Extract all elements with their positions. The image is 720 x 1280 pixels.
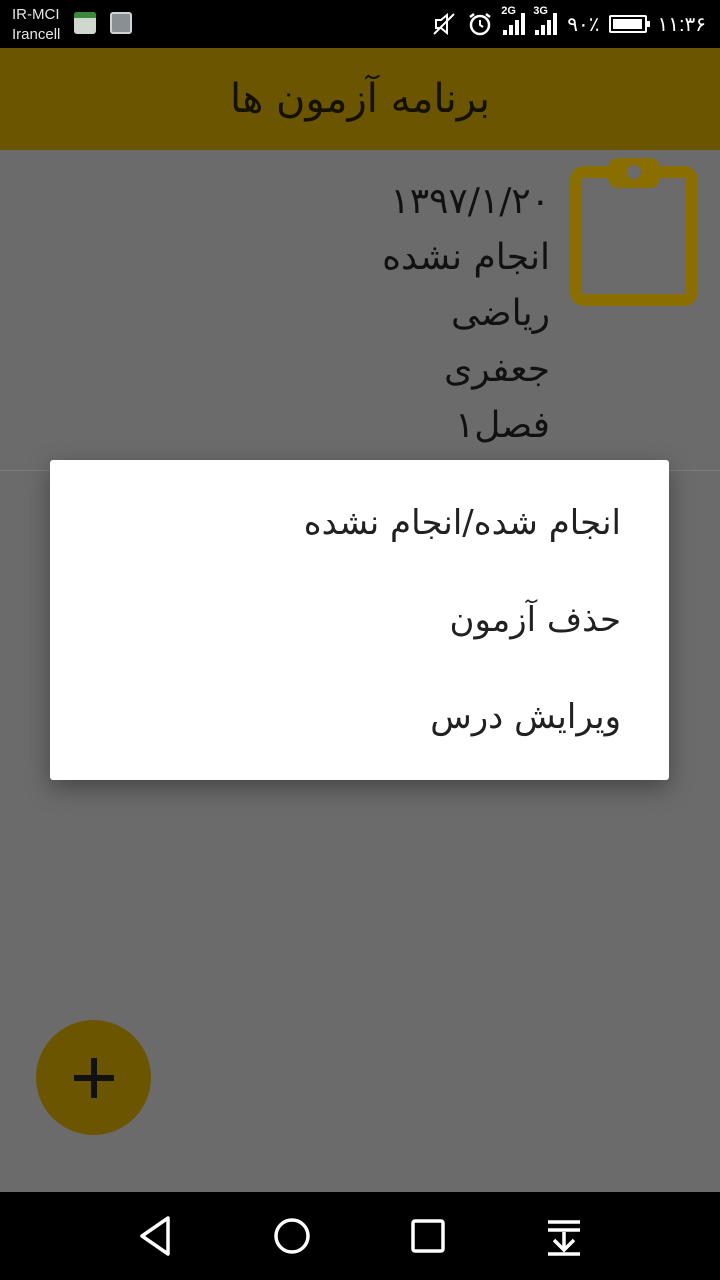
clipboard-icon <box>570 158 698 306</box>
menu-item-toggle-done[interactable]: انجام شده/انجام نشده <box>50 474 669 571</box>
signal-2g-icon: 2G <box>501 5 526 35</box>
notification-pull-icon[interactable] <box>538 1210 590 1262</box>
calendar-notification-icon <box>74 12 96 34</box>
carrier-name-1: IR-MCI <box>12 6 60 23</box>
mute-icon <box>433 12 455 36</box>
alarm-icon <box>469 13 491 36</box>
menu-item-edit-lesson[interactable]: ویرایش درس <box>50 668 669 765</box>
clock: ۱۱:۳۶ <box>657 13 706 36</box>
back-icon[interactable] <box>130 1210 182 1262</box>
home-icon[interactable] <box>266 1210 318 1262</box>
signal-3g-icon: 3G <box>533 5 558 35</box>
exam-details: ۱۳۹۷/۱/۲۰ انجام نشده ریاضی جعفری فصل۱ <box>382 174 550 454</box>
exam-teacher: جعفری <box>444 349 550 390</box>
status-icons: 2G 3G ۹۰٪ ۱۱:۳۶ <box>431 0 706 48</box>
gallery-notification-icon <box>110 12 132 34</box>
network-2g-label: 2G <box>501 5 516 17</box>
navigation-bar <box>0 1192 720 1280</box>
exam-date: ۱۳۹۷/۱/۲۰ <box>390 181 550 222</box>
carrier-info: IR-MCI Irancell <box>12 5 60 45</box>
plus-icon <box>73 1057 114 1098</box>
exam-subject: ریاضی <box>451 293 550 334</box>
context-menu-dialog: انجام شده/انجام نشده حذف آزمون ویرایش در… <box>50 460 669 780</box>
recents-icon[interactable] <box>402 1210 454 1262</box>
battery-icon <box>609 15 651 33</box>
network-3g-label: 3G <box>533 5 548 17</box>
add-exam-button[interactable] <box>36 1020 151 1135</box>
exam-chapter: فصل۱ <box>454 405 550 446</box>
status-bar: IR-MCI Irancell 2G 3G ۹۰٪ ۱۱:۳۶ <box>0 0 720 48</box>
menu-item-delete-exam[interactable]: حذف آزمون <box>50 571 669 668</box>
battery-percent: ۹۰٪ <box>567 13 600 36</box>
page-title: برنامه آزمون ها <box>230 76 490 122</box>
carrier-name-2: Irancell <box>12 26 61 43</box>
app-bar: برنامه آزمون ها <box>0 48 720 150</box>
exam-status: انجام نشده <box>382 237 550 278</box>
